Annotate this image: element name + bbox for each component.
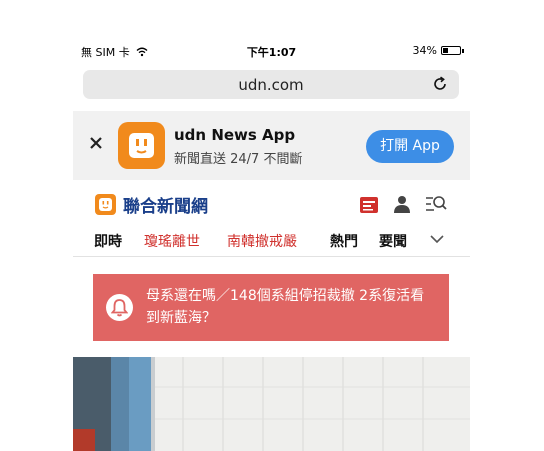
menu-search-icon[interactable] <box>425 194 447 214</box>
plug-face-icon <box>129 133 154 158</box>
tab-popular[interactable]: 熱門 <box>330 231 358 251</box>
battery-icon <box>441 46 461 55</box>
tab-korea-martial-law[interactable]: 南韓撤戒嚴 <box>227 231 297 251</box>
chevron-down-icon[interactable] <box>430 233 444 245</box>
tab-realtime[interactable]: 即時 <box>94 231 122 251</box>
tab-chiung-yao[interactable]: 瓊瑤離世 <box>144 231 200 251</box>
app-title: udn News App <box>174 126 296 144</box>
category-nav: 即時 瓊瑤離世 南韓撤戒嚴 熱門 要聞 <box>73 224 470 257</box>
battery-fill <box>443 48 448 53</box>
site-logo-text[interactable]: 聯合新聞網 <box>123 192 208 217</box>
mobile-screen: 無 SIM 卡 下午1:07 34% udn.com udn News App … <box>73 38 470 451</box>
app-subtitle: 新聞直送 24/7 不間斷 <box>174 152 303 167</box>
logo-face-icon <box>99 198 112 211</box>
newsstand-icon[interactable] <box>360 197 378 213</box>
status-bar: 無 SIM 卡 下午1:07 34% <box>73 38 470 59</box>
breaking-news-alert[interactable]: 母系還在嗎／148個系組停招裁撤 2系復活看到新藍海？ <box>93 274 449 341</box>
article-hero-image[interactable] <box>73 357 470 451</box>
url-text[interactable]: udn.com <box>83 76 459 94</box>
reload-icon[interactable] <box>431 75 449 93</box>
battery-percent: 34% <box>412 44 437 57</box>
udn-app-icon <box>118 122 165 169</box>
address-bar[interactable]: udn.com <box>83 70 459 99</box>
udn-logo-icon[interactable] <box>95 194 116 215</box>
app-install-banner: udn News App 新聞直送 24/7 不間斷 打開 App <box>73 111 470 180</box>
status-time: 下午1:07 <box>246 46 297 59</box>
bell-badge <box>106 294 133 321</box>
site-header: 聯合新聞網 <box>73 180 470 224</box>
building-photo <box>73 357 470 451</box>
open-app-button[interactable]: 打開 App <box>366 130 454 163</box>
user-icon[interactable] <box>393 195 411 213</box>
battery-cap <box>462 48 464 53</box>
tab-headlines[interactable]: 要聞 <box>379 231 407 251</box>
close-icon[interactable] <box>87 134 105 152</box>
bell-icon <box>111 299 128 317</box>
status-right: 34% <box>413 44 464 57</box>
alert-headline[interactable]: 母系還在嗎／148個系組停招裁撤 2系復活看到新藍海？ <box>146 285 438 329</box>
